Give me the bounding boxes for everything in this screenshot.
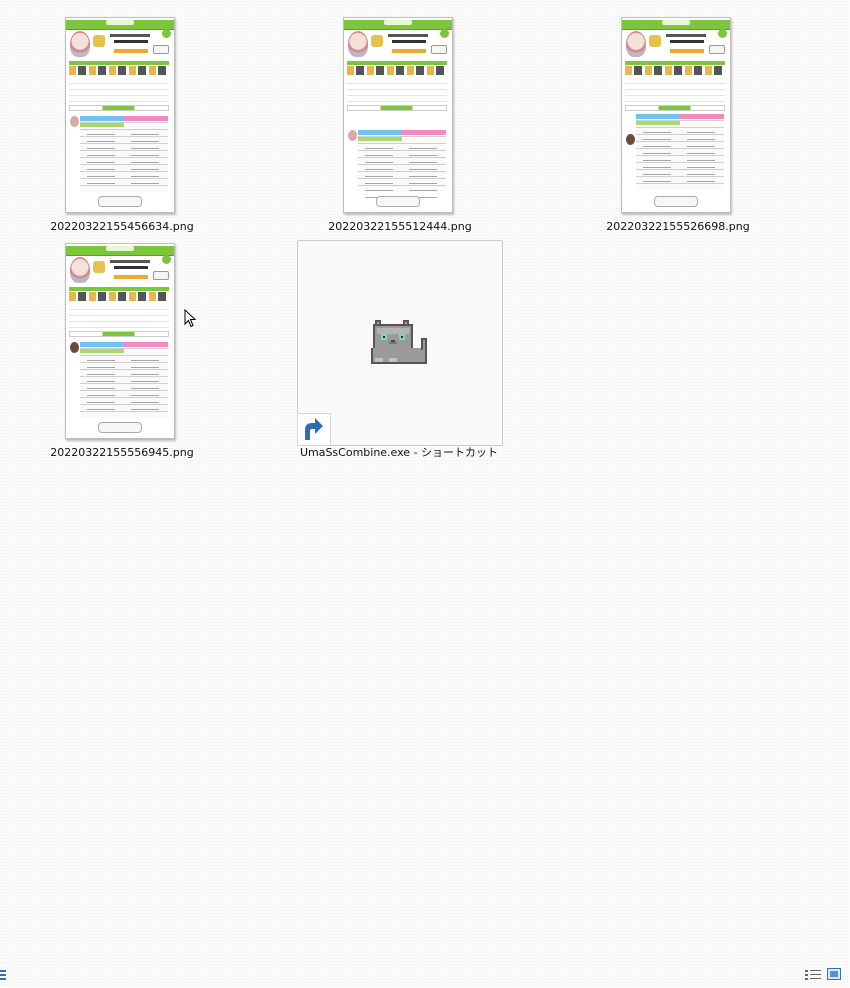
details-view-icon[interactable] <box>805 970 821 982</box>
file-item[interactable]: 20220322155556945.png <box>22 240 222 462</box>
list-view-icon[interactable] <box>0 970 6 980</box>
file-item[interactable]: 20220322155456634.png <box>22 14 222 236</box>
file-item[interactable]: 20220322155512444.png <box>300 14 500 236</box>
shortcut-name: UmaSsCombine.exe - ショートカット <box>299 446 499 459</box>
file-name: 20220322155526698.png <box>606 220 750 233</box>
image-thumbnail <box>65 243 175 439</box>
pixel-cat-icon <box>371 320 427 364</box>
large-icons-view-icon[interactable] <box>827 968 841 980</box>
mouse-cursor-icon <box>184 309 196 328</box>
image-thumbnail <box>65 17 175 213</box>
file-item[interactable]: 20220322155526698.png <box>578 14 778 236</box>
file-name: 20220322155556945.png <box>50 446 194 459</box>
file-name: 20220322155456634.png <box>50 220 194 233</box>
file-name: 20220322155512444.png <box>328 220 472 233</box>
image-thumbnail <box>343 17 453 213</box>
image-thumbnail <box>621 17 731 213</box>
shortcut-overlay-icon <box>297 413 331 446</box>
